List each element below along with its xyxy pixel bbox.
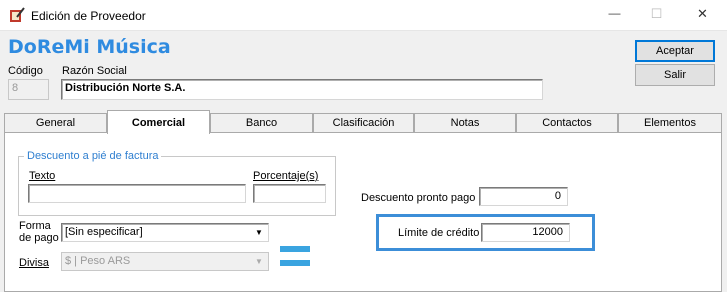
credit-limit-label: Límite de crédito	[398, 227, 480, 239]
tab-contactos[interactable]: Contactos	[516, 113, 618, 133]
window-title: Edición de Proveedor	[31, 9, 146, 23]
minimize-button[interactable]: —	[592, 0, 637, 30]
currency-label: Divisa	[19, 257, 49, 269]
equals-bar-top	[280, 246, 310, 252]
tab-clasificacion[interactable]: Clasificación	[313, 113, 414, 133]
chevron-down-icon[interactable]: ▼	[251, 254, 267, 269]
credit-limit-field[interactable]: 12000	[481, 223, 570, 242]
currency-value: $ | Peso ARS	[65, 255, 131, 267]
discount-text-field[interactable]	[28, 184, 246, 203]
minimize-icon: —	[608, 6, 621, 20]
discount-percent-field[interactable]	[253, 184, 326, 203]
code-field[interactable]: 8	[8, 79, 49, 100]
prompt-discount-label: Descuento pronto pago	[361, 192, 476, 204]
close-button[interactable]: ✕	[680, 0, 725, 30]
tab-notas[interactable]: Notas	[414, 113, 516, 133]
prompt-discount-field[interactable]: 0	[479, 187, 568, 206]
book-pencil-icon	[10, 7, 25, 22]
title-bar: Edición de Proveedor — ☐ ✕	[0, 0, 727, 31]
maximize-icon: ☐	[650, 6, 663, 21]
exit-button[interactable]: Salir	[635, 64, 715, 86]
payment-label-line2: de pago	[19, 232, 59, 244]
company-name-label: Razón Social	[62, 65, 127, 77]
company-brand: DoReMi Música	[8, 36, 171, 58]
payment-method-value: [Sin especificar]	[65, 226, 143, 238]
company-name-field[interactable]: Distribución Norte S.A.	[61, 79, 543, 100]
discount-percent-label: Porcentaje(s)	[253, 170, 319, 182]
discount-group-title: Descuento a pié de factura	[24, 150, 162, 162]
tab-bar: General Comercial Banco Clasificación No…	[4, 110, 722, 134]
equals-bar-bottom	[280, 260, 310, 266]
tab-banco[interactable]: Banco	[210, 113, 313, 133]
chevron-down-icon[interactable]: ▼	[251, 225, 267, 240]
currency-select[interactable]: $ | Peso ARS ▼	[61, 252, 269, 271]
accept-button[interactable]: Aceptar	[635, 40, 715, 62]
close-icon: ✕	[697, 6, 708, 21]
tab-general[interactable]: General	[4, 113, 107, 133]
payment-label-line1: Forma	[19, 220, 51, 232]
code-label: Código	[8, 65, 43, 77]
payment-method-select[interactable]: [Sin especificar] ▼	[61, 223, 269, 242]
maximize-button[interactable]: ☐	[634, 0, 679, 30]
tab-elementos[interactable]: Elementos	[618, 113, 722, 133]
discount-text-label: Texto	[29, 170, 56, 182]
tab-comercial[interactable]: Comercial	[107, 110, 210, 134]
